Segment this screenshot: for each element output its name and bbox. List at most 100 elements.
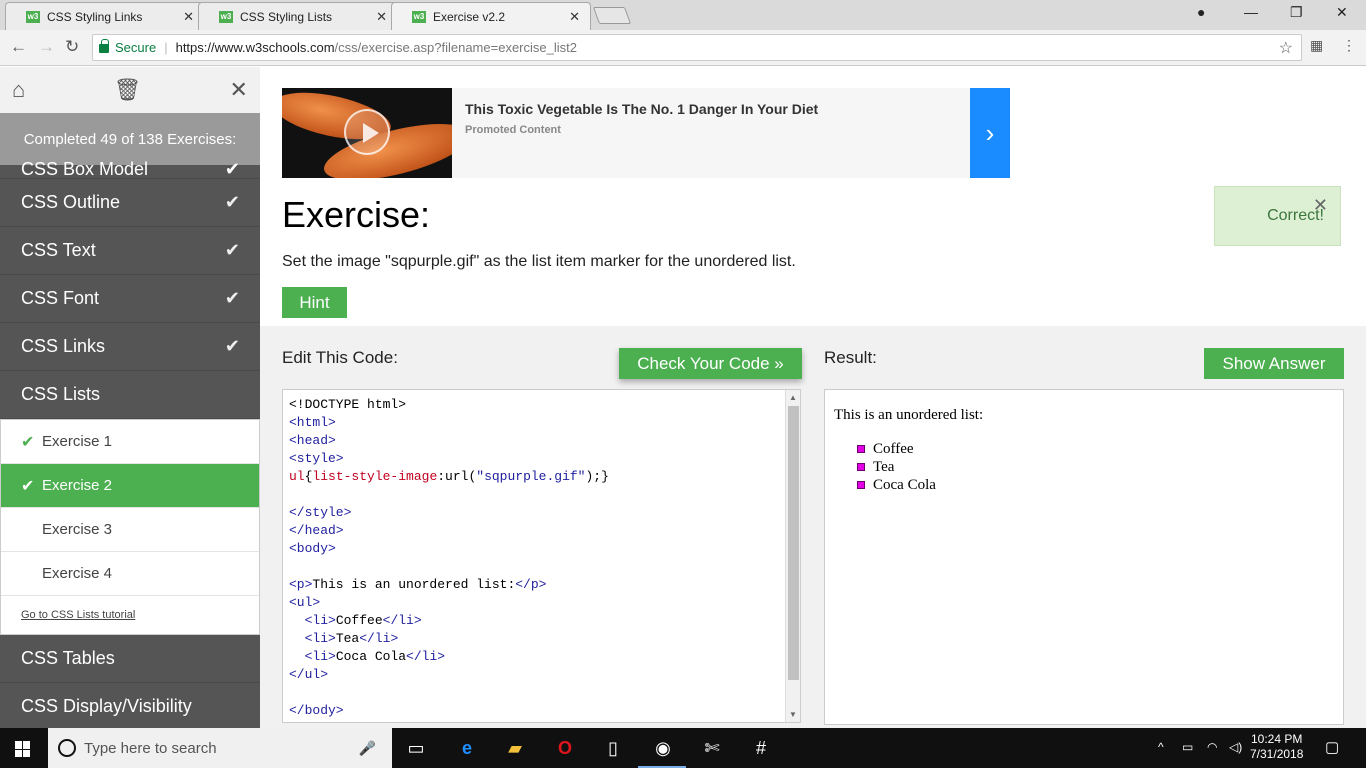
sidebar-item-label: CSS Tables <box>21 648 115 668</box>
exercise-item-2[interactable]: ✔ Exercise 2 <box>1 464 259 508</box>
scroll-thumb[interactable] <box>788 406 799 680</box>
sidebar-item-tables[interactable]: CSS Tables <box>0 635 260 683</box>
opera-icon[interactable]: O <box>553 736 577 760</box>
browser-tab-active[interactable]: w3 Exercise v2.2 ✕ <box>391 2 591 30</box>
microphone-icon[interactable]: 🎤 <box>359 740 376 757</box>
result-label: Result: <box>824 348 877 367</box>
code-editor[interactable]: <!DOCTYPE html> <html> <head> <style> ul… <box>282 389 801 723</box>
result-frame: This is an unordered list: Coffee Tea Co… <box>824 389 1344 725</box>
check-icon: ✔ <box>224 192 240 212</box>
sidebar-item-lists[interactable]: CSS Lists <box>0 371 260 419</box>
task-view-icon[interactable]: ▭ <box>404 736 428 760</box>
exercise-item-3[interactable]: Exercise 3 <box>1 508 259 552</box>
check-code-button[interactable]: Check Your Code » <box>619 348 802 379</box>
trash-icon[interactable]: 🗑 <box>113 77 141 103</box>
check-icon: ✔ <box>21 433 35 451</box>
reload-icon[interactable]: ↻ <box>65 37 79 57</box>
ad-image[interactable] <box>282 88 452 178</box>
sidebar-item-font[interactable]: CSS Font ✔ <box>0 275 260 323</box>
address-bar[interactable]: Secure | https://www.w3schools.com/css/e… <box>92 34 1302 61</box>
chrome-icon[interactable]: ◉ <box>651 736 675 760</box>
hint-button[interactable]: Hint <box>282 287 347 318</box>
clock[interactable]: 10:24 PM 7/31/2018 <box>1250 732 1303 762</box>
restore-icon[interactable]: ❐ <box>1290 4 1303 21</box>
browser-toolbar: ← → ↻ Secure | https://www.w3schools.com… <box>0 30 1366 66</box>
chevron-right-icon[interactable]: › <box>970 88 1010 178</box>
menu-icon[interactable]: ⋮ <box>1342 37 1356 54</box>
browser-tab[interactable]: w3 CSS Styling Lists ✕ <box>198 2 398 30</box>
clock-date: 7/31/2018 <box>1250 747 1304 761</box>
volume-icon[interactable]: ◁) <box>1229 740 1242 754</box>
file-explorer-icon[interactable]: ▰ <box>503 736 527 760</box>
tutorial-link[interactable]: Go to CSS Lists tutorial <box>1 596 259 634</box>
editor-scrollbar[interactable]: ▲ ▼ <box>785 390 800 722</box>
windows-start-icon[interactable] <box>15 741 31 757</box>
forward-icon[interactable]: → <box>38 37 55 57</box>
close-tab-icon[interactable]: ✕ <box>183 9 194 25</box>
tab-label: CSS Styling Links <box>47 9 143 24</box>
code-text[interactable]: <!DOCTYPE html> <html> <head> <style> ul… <box>289 396 609 722</box>
sidebar-item-display[interactable]: CSS Display/Visibility <box>0 683 260 728</box>
scroll-down-icon[interactable]: ▼ <box>789 710 797 719</box>
check-icon: ✔ <box>224 288 240 308</box>
sidebar-item-outline[interactable]: CSS Outline ✔ <box>0 179 260 227</box>
workspace: Edit This Code: Check Your Code » <!DOCT… <box>260 326 1366 728</box>
close-icon[interactable]: ✕ <box>1313 195 1328 216</box>
close-icon[interactable]: ✕ <box>230 77 248 103</box>
battery-icon[interactable]: ▭ <box>1182 740 1193 754</box>
taskbar-search[interactable]: Type here to search 🎤 <box>48 728 392 768</box>
ad-subtitle: Promoted Content <box>465 124 561 136</box>
search-placeholder: Type here to search <box>84 739 217 757</box>
close-tab-icon[interactable]: ✕ <box>376 9 387 25</box>
close-window-icon[interactable]: ✕ <box>1336 4 1348 21</box>
ad-title[interactable]: This Toxic Vegetable Is The No. 1 Danger… <box>465 101 818 117</box>
list-item-text: Coca Cola <box>873 476 936 493</box>
edge-icon[interactable]: e <box>455 736 479 760</box>
sidebar-toolbar: ⌂ 🗑 ✕ <box>0 67 260 113</box>
sidebar-item-label: CSS Display/Visibility <box>21 696 192 716</box>
exercise-item-4[interactable]: Exercise 4 <box>1 552 259 596</box>
tools-icon[interactable]: ✄ <box>700 736 724 760</box>
list-item: Coca Cola <box>857 476 936 494</box>
bookmark-star-icon[interactable]: ☆ <box>1279 38 1293 58</box>
new-tab-button[interactable] <box>592 7 632 24</box>
check-icon: ✔ <box>21 477 35 495</box>
check-icon: ✔ <box>224 240 240 260</box>
extension-icon[interactable]: ▦ <box>1310 37 1323 54</box>
profile-icon[interactable]: ● <box>1197 4 1205 20</box>
sidebar-item-links[interactable]: CSS Links ✔ <box>0 323 260 371</box>
sidebar-item-label: CSS Font <box>21 288 100 308</box>
exercise-item-1[interactable]: ✔ Exercise 1 <box>1 420 259 464</box>
url-host: https://www.w3schools.com <box>175 40 335 55</box>
cortana-icon <box>58 739 76 757</box>
check-icon: ✔ <box>224 336 240 356</box>
notification-icon[interactable]: ▢ <box>1325 738 1339 756</box>
wifi-icon[interactable]: ◠ <box>1207 740 1217 754</box>
list-item: Coffee <box>857 440 936 458</box>
w3schools-favicon-icon: w3 <box>219 10 233 23</box>
sidebar-item-box-model[interactable]: CSS Box Model ✔ <box>0 157 260 179</box>
list-item-text: Coffee <box>873 440 914 457</box>
ad-banner[interactable]: This Toxic Vegetable Is The No. 1 Danger… <box>282 88 1010 178</box>
w3schools-favicon-icon: w3 <box>26 10 40 23</box>
browser-tab[interactable]: w3 CSS Styling Links ✕ <box>5 2 205 30</box>
show-answer-button[interactable]: Show Answer <box>1204 348 1344 379</box>
play-icon[interactable] <box>344 109 390 155</box>
close-tab-icon[interactable]: ✕ <box>569 9 580 25</box>
scroll-up-icon[interactable]: ▲ <box>789 393 797 402</box>
result-paragraph: This is an unordered list: <box>834 407 984 423</box>
exercise-list: ✔ Exercise 1 ✔ Exercise 2 Exercise 3 Exe… <box>0 419 260 635</box>
sidebar: ⌂ 🗑 ✕ Completed 49 of 138 Exercises: CSS… <box>0 67 260 728</box>
slack-icon[interactable]: # <box>749 736 773 760</box>
minimize-icon[interactable]: — <box>1244 4 1258 20</box>
home-icon[interactable]: ⌂ <box>12 77 25 103</box>
tab-label: Exercise v2.2 <box>433 9 506 24</box>
clock-time: 10:24 PM <box>1251 732 1303 746</box>
chevron-up-icon[interactable]: ^ <box>1158 740 1164 754</box>
sidebar-item-text[interactable]: CSS Text ✔ <box>0 227 260 275</box>
document-icon[interactable]: ▯ <box>601 736 625 760</box>
exercise-label: Exercise 1 <box>42 433 113 450</box>
back-icon[interactable]: ← <box>10 37 27 57</box>
sidebar-item-label: CSS Links <box>21 336 106 356</box>
url-text: https://www.w3schools.com/css/exercise.a… <box>176 40 577 55</box>
